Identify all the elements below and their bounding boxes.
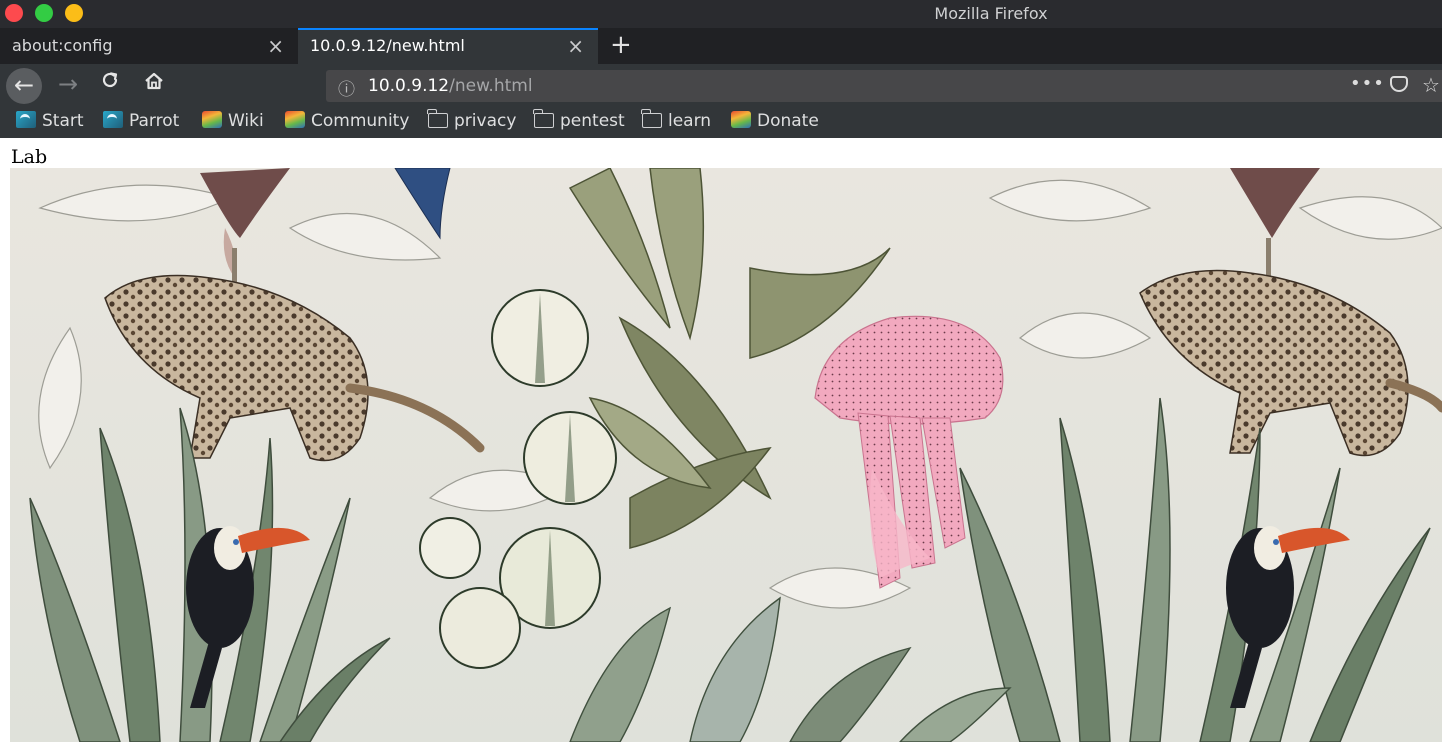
bookmark-donate[interactable]: Donate	[731, 111, 819, 135]
folder-icon	[641, 109, 662, 128]
bookmark-label: Start	[42, 111, 84, 131]
url-text[interactable]: 10.0.9.12/new.html	[368, 76, 533, 96]
wiki-icon	[731, 111, 751, 128]
bookmark-wiki[interactable]: Wiki	[202, 111, 264, 135]
new-tab-button[interactable]: +	[610, 30, 632, 60]
wiki-icon	[202, 111, 222, 128]
window-titlebar: Mozilla Firefox	[0, 0, 1442, 28]
url-path: /new.html	[449, 76, 533, 96]
home-button[interactable]	[143, 71, 165, 97]
page-actions-icon[interactable]: •••	[1350, 73, 1385, 94]
url-bar[interactable]: ⓘ 10.0.9.12/new.html ••• ☆	[326, 70, 1442, 102]
tab-label: 10.0.9.12/new.html	[310, 36, 465, 55]
back-button[interactable]: ←	[6, 68, 42, 104]
parrot-icon	[16, 111, 36, 128]
url-host: 10.0.9.12	[368, 76, 450, 96]
tab-new-html[interactable]: 10.0.9.12/new.html ×	[298, 28, 598, 64]
bookmark-label: pentest	[560, 111, 625, 131]
forward-button[interactable]: →	[58, 70, 78, 98]
bookmark-label: learn	[668, 111, 712, 131]
bookmark-parrot[interactable]: Parrot	[103, 111, 179, 135]
bookmark-start[interactable]: Start	[16, 111, 84, 135]
site-info-icon[interactable]: ⓘ	[338, 75, 355, 100]
bookmark-folder-privacy[interactable]: privacy	[427, 109, 517, 135]
window-title: Mozilla Firefox	[934, 4, 1048, 23]
pocket-icon[interactable]	[1390, 76, 1408, 92]
jungle-illustration	[10, 168, 1442, 742]
bookmarks-toolbar: Start Parrot Wiki Community privacy pent…	[0, 108, 1442, 138]
reload-button[interactable]	[100, 70, 120, 96]
wiki-icon	[285, 111, 305, 128]
bookmark-label: Parrot	[129, 111, 180, 131]
bookmark-label: Community	[311, 111, 410, 131]
reload-icon	[102, 72, 118, 88]
bookmark-community[interactable]: Community	[285, 111, 409, 135]
parrot-icon	[103, 111, 123, 128]
tab-close-icon[interactable]: ×	[567, 34, 584, 58]
tab-label: about:config	[12, 36, 113, 55]
tab-close-icon[interactable]: ×	[267, 34, 284, 58]
bookmark-star-icon[interactable]: ☆	[1422, 73, 1440, 97]
bookmark-label: Wiki	[228, 111, 264, 131]
page-heading: Lab	[11, 146, 48, 168]
jungle-wallpaper-image	[10, 168, 1442, 742]
bookmark-label: privacy	[454, 111, 517, 131]
home-icon	[145, 72, 163, 90]
folder-icon	[533, 109, 554, 128]
navigation-toolbar: ← → ⓘ 10.0.9.12/new.html ••• ☆	[0, 64, 1442, 108]
page-content: Lab	[0, 138, 1442, 742]
bookmark-label: Donate	[757, 111, 819, 131]
folder-icon	[427, 109, 448, 128]
bookmark-folder-learn[interactable]: learn	[641, 109, 712, 135]
tab-strip: about:config × 10.0.9.12/new.html × +	[0, 28, 1442, 64]
bookmark-folder-pentest[interactable]: pentest	[533, 109, 625, 135]
tab-about-config[interactable]: about:config ×	[0, 28, 298, 64]
